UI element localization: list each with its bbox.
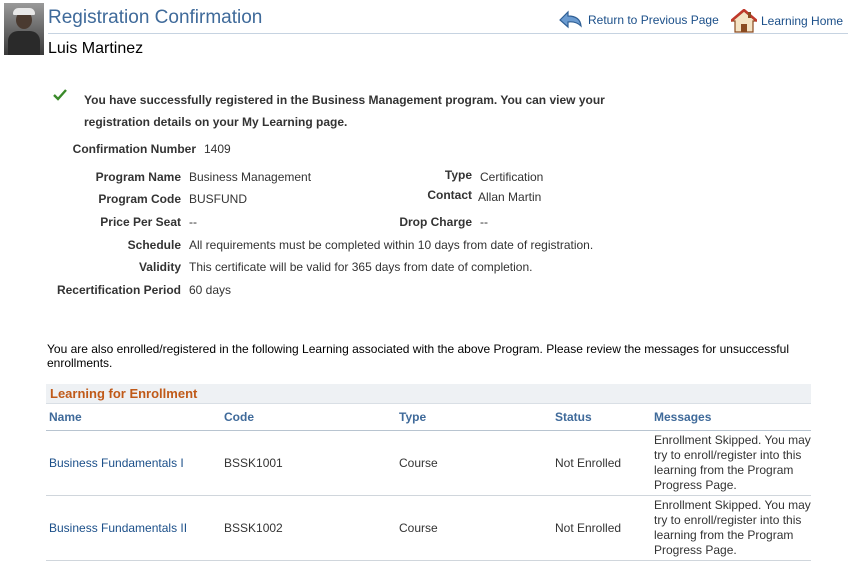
confirmation-number-label: Confirmation Number: [72, 142, 196, 156]
return-link-label: Return to Previous Page: [588, 13, 719, 27]
recertification-period-label: Recertification Period: [56, 283, 181, 297]
program-code-label: Program Code: [98, 192, 181, 206]
contact-label: Contact: [427, 188, 472, 202]
home-icon: [731, 9, 757, 33]
drop-charge-label: Drop Charge: [399, 215, 472, 229]
type-label: Type: [444, 168, 472, 182]
column-header-status[interactable]: Status: [552, 404, 651, 431]
validity-value: This certificate will be valid for 365 d…: [189, 260, 533, 274]
learning-status: Not Enrolled: [552, 430, 651, 496]
page-title: Registration Confirmation: [48, 7, 263, 28]
learning-type: Course: [396, 495, 552, 561]
learning-home-link[interactable]: Learning Home: [731, 9, 843, 33]
learning-type: Course: [396, 430, 552, 496]
grid-title: Learning for Enrollment: [46, 384, 811, 404]
learning-status: Not Enrolled: [552, 495, 651, 561]
success-message: You have successfully registered in the …: [84, 93, 605, 129]
drop-charge-value: --: [480, 215, 488, 229]
learning-enrollment-grid: Learning for Enrollment Name Code Type S…: [46, 384, 811, 561]
type-value: Certification: [480, 170, 544, 184]
validity-label: Validity: [138, 260, 181, 274]
learning-message: Enrollment Skipped. You may try to enrol…: [651, 430, 811, 496]
enrollment-note: You are also enrolled/registered in the …: [47, 342, 789, 370]
user-name: Luis Martinez: [48, 40, 144, 57]
column-header-type[interactable]: Type: [396, 404, 552, 431]
table-row: Business Fundamentals I BSSK1001 Course …: [46, 430, 811, 496]
learning-code: BSSK1001: [221, 430, 396, 496]
checkmark-icon: [53, 89, 67, 101]
schedule-label: Schedule: [127, 238, 181, 252]
program-code-value: BUSFUND: [189, 192, 248, 206]
confirmation-number-value: 1409: [204, 142, 231, 156]
price-per-seat-label: Price Per Seat: [100, 215, 181, 229]
learning-name-link[interactable]: Business Fundamentals II: [46, 495, 221, 561]
column-header-messages[interactable]: Messages: [651, 404, 811, 431]
header-divider: [48, 33, 848, 34]
learning-code: BSSK1002: [221, 495, 396, 561]
column-header-code[interactable]: Code: [221, 404, 396, 431]
return-to-previous-link[interactable]: Return to Previous Page: [558, 9, 719, 31]
column-header-name[interactable]: Name: [46, 404, 221, 431]
learning-home-label: Learning Home: [761, 14, 844, 28]
contact-value: Allan Martin: [478, 190, 542, 204]
enrollment-table: Name Code Type Status Messages Business …: [46, 404, 811, 561]
program-name-value: Business Management: [189, 170, 312, 184]
user-avatar: [4, 3, 44, 55]
return-arrow-icon: [559, 10, 582, 29]
program-name-label: Program Name: [95, 170, 181, 184]
learning-message: Enrollment Skipped. You may try to enrol…: [651, 495, 811, 561]
schedule-value: All requirements must be completed withi…: [189, 238, 594, 252]
price-per-seat-value: --: [189, 215, 197, 229]
table-header-row: Name Code Type Status Messages: [46, 404, 811, 431]
recertification-period-value: 60 days: [189, 283, 232, 297]
table-row: Business Fundamentals II BSSK1002 Course…: [46, 495, 811, 561]
learning-name-link[interactable]: Business Fundamentals I: [46, 430, 221, 496]
